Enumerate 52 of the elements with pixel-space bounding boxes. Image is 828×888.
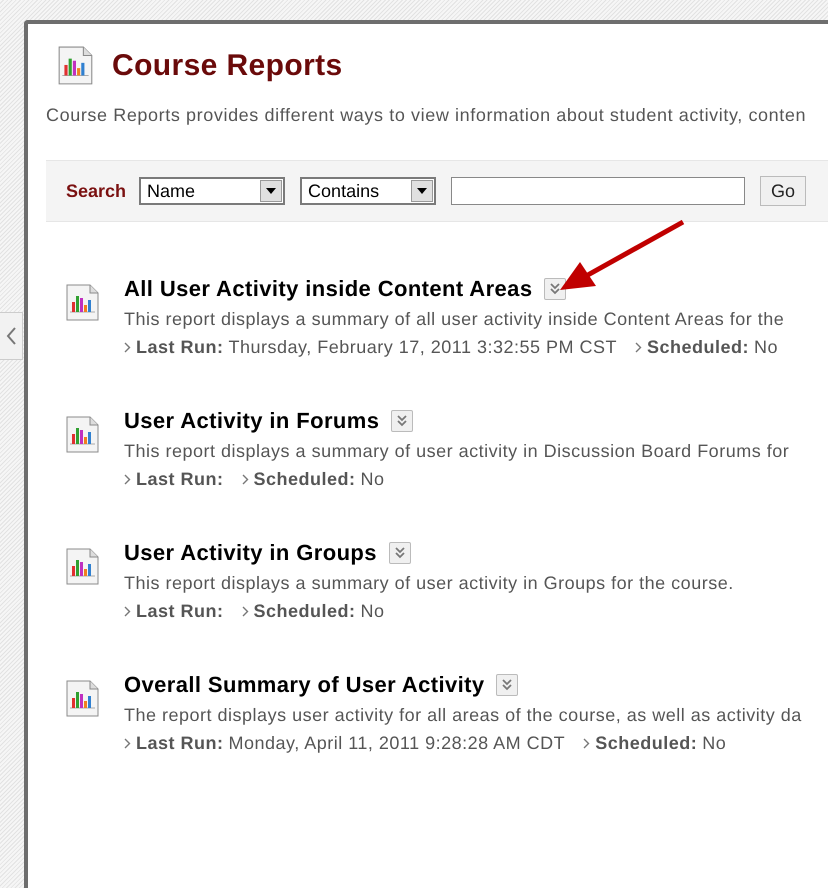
last-run-label: Last Run: bbox=[136, 733, 224, 754]
page-description: Course Reports provides different ways to view information about student activity, conten bbox=[46, 105, 808, 126]
report-description: This report displays a summary of all user activity inside Content Areas for the bbox=[124, 309, 784, 330]
collapse-tab[interactable] bbox=[0, 312, 23, 360]
double-chevron-icon bbox=[501, 679, 514, 691]
options-menu-button[interactable] bbox=[388, 542, 411, 564]
page-title: Course Reports bbox=[112, 49, 343, 83]
scheduled-label: Scheduled: bbox=[595, 733, 698, 754]
report-description: The report displays user activity for all areas of the course, as well as activity da bbox=[124, 705, 802, 726]
scheduled-value: No bbox=[360, 469, 385, 490]
chevron-right-icon bbox=[124, 474, 131, 485]
report-icon bbox=[66, 284, 100, 322]
options-menu-button[interactable] bbox=[544, 278, 566, 300]
double-chevron-icon bbox=[549, 283, 562, 295]
chevron-right-icon bbox=[583, 738, 590, 749]
report-title[interactable]: Overall Summary of User Activity bbox=[124, 672, 484, 698]
last-run-label: Last Run: bbox=[136, 601, 224, 622]
search-field[interactable] bbox=[451, 177, 746, 205]
report-icon bbox=[66, 416, 100, 454]
go-button[interactable]: Go bbox=[760, 176, 806, 206]
field-dropdown[interactable]: Name bbox=[139, 177, 286, 205]
report-description: This report displays a summary of user activity in Groups for the course. bbox=[124, 573, 734, 594]
chevron-right-icon bbox=[124, 606, 131, 617]
report-icon bbox=[66, 548, 100, 586]
report-title[interactable]: User Activity in Groups bbox=[124, 540, 377, 566]
last-run-value: Monday, April 11, 2011 9:28:28 AM CDT bbox=[228, 733, 566, 754]
chevron-right-icon bbox=[635, 342, 642, 353]
options-menu-button[interactable] bbox=[496, 674, 518, 696]
double-chevron-icon bbox=[396, 415, 408, 427]
scheduled-value: No bbox=[360, 601, 385, 622]
chevron-left-icon bbox=[5, 326, 17, 346]
last-run-label: Last Run: bbox=[136, 337, 224, 358]
double-chevron-icon bbox=[394, 547, 406, 559]
chevron-right-icon bbox=[124, 342, 131, 353]
options-menu-button[interactable] bbox=[391, 410, 414, 432]
report-title[interactable]: All User Activity inside Content Areas bbox=[124, 276, 532, 302]
last-run-label: Last Run: bbox=[136, 469, 224, 490]
chevron-right-icon bbox=[242, 474, 248, 485]
search-label: Search bbox=[66, 180, 126, 202]
scheduled-value: No bbox=[702, 733, 726, 754]
report-icon bbox=[66, 680, 100, 718]
scheduled-value: No bbox=[754, 337, 778, 358]
last-run-value: Thursday, February 17, 2011 3:32:55 PM CST bbox=[228, 337, 618, 358]
report-icon bbox=[58, 46, 94, 86]
report-title[interactable]: User Activity in Forums bbox=[124, 408, 380, 434]
scheduled-label: Scheduled: bbox=[647, 337, 750, 358]
report-description: This report displays a summary of user activity in Discussion Board Forums for bbox=[124, 441, 790, 462]
scheduled-label: Scheduled: bbox=[254, 601, 356, 622]
chevron-right-icon bbox=[124, 738, 131, 749]
scheduled-label: Scheduled: bbox=[254, 469, 356, 490]
chevron-right-icon bbox=[242, 606, 248, 617]
operator-dropdown[interactable]: Contains bbox=[300, 177, 436, 205]
